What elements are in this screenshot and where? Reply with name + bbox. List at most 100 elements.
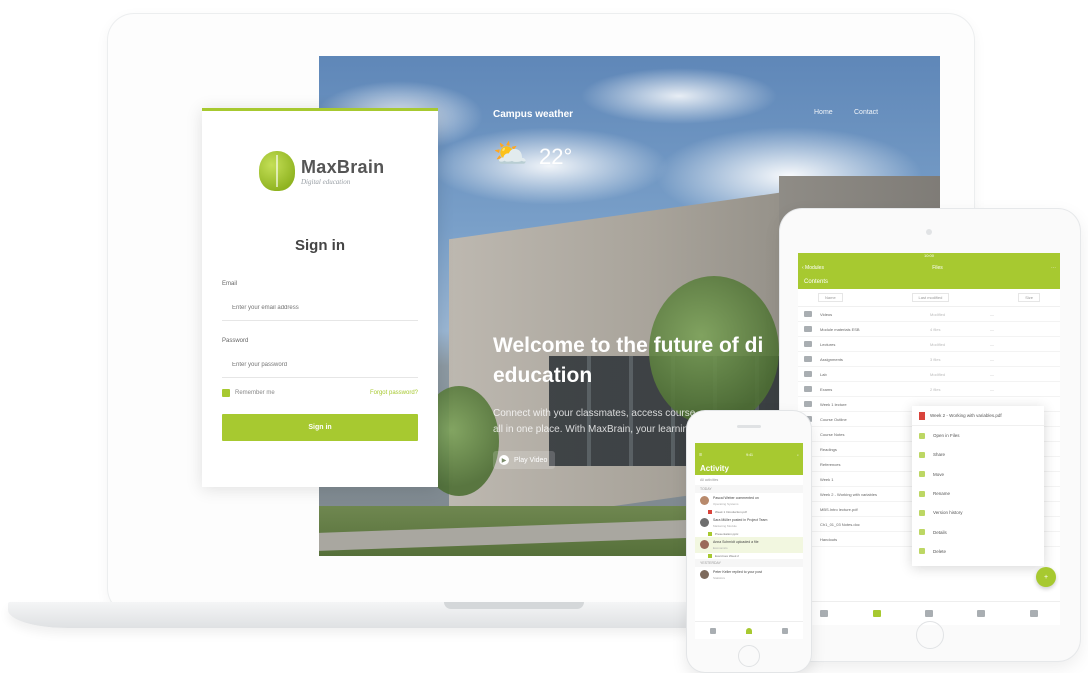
tab-more-icon[interactable] bbox=[1029, 610, 1038, 617]
phone-time: 9:41 bbox=[746, 453, 753, 457]
file-row[interactable]: Exams 2 files — bbox=[798, 382, 1060, 397]
play-video-button[interactable]: ▶ Play Video bbox=[493, 451, 555, 469]
phone-activity-app: ☰ 9:41 ⌕ Activity All activities TODAY P… bbox=[695, 443, 803, 639]
file-name: Lab bbox=[820, 371, 827, 377]
activity-item[interactable]: Sara Müller posted in Project Team Marke… bbox=[695, 515, 803, 531]
file-size: — bbox=[990, 371, 994, 377]
filter-modified-button[interactable]: Last modified bbox=[911, 293, 950, 302]
add-fab-button[interactable]: + bbox=[1036, 567, 1056, 587]
file-meta: 3 files bbox=[930, 356, 941, 362]
pdf-file-icon bbox=[708, 510, 712, 514]
tab-calendar-icon[interactable] bbox=[977, 610, 986, 617]
tab-activity-icon[interactable] bbox=[746, 627, 752, 634]
signin-card: MaxBrain Digital education Sign in Email… bbox=[202, 108, 438, 487]
email-field[interactable] bbox=[222, 295, 418, 321]
activity-text: Peter Keller replied to your post Statis… bbox=[713, 570, 762, 580]
share-icon bbox=[919, 451, 925, 458]
file-name: Lectures bbox=[820, 341, 836, 347]
avatar bbox=[700, 540, 709, 549]
file-row[interactable]: Module materials ESB 4 files — bbox=[798, 322, 1060, 337]
folder-icon bbox=[804, 386, 812, 392]
popup-item-label: Details bbox=[933, 529, 947, 535]
activity-subtitle: All activities bbox=[700, 478, 719, 482]
nav-link-home[interactable]: Home bbox=[814, 109, 833, 116]
tablet-home-button[interactable] bbox=[916, 621, 944, 649]
remember-me[interactable]: Remember me bbox=[222, 389, 275, 397]
file-name: Module materials ESB bbox=[820, 326, 860, 332]
attachment-name: Exercises Week 2 bbox=[715, 554, 739, 558]
activity-name: Sara Müller posted in Project Team bbox=[713, 518, 768, 522]
remember-label: Remember me bbox=[235, 390, 275, 396]
more-icon[interactable]: ⋯ bbox=[1051, 265, 1056, 271]
avatar bbox=[700, 518, 709, 527]
section-today: TODAY bbox=[695, 485, 803, 493]
tab-activity-icon[interactable] bbox=[872, 610, 881, 617]
file-row[interactable]: Lectures Modified — bbox=[798, 337, 1060, 352]
popup-item-delete[interactable]: Delete bbox=[912, 542, 1044, 561]
file-meta: 2 files bbox=[930, 386, 941, 392]
search-icon[interactable]: ⌕ bbox=[797, 453, 799, 457]
activity-item[interactable]: Pascal Weber commented on Operating Syst… bbox=[695, 493, 803, 509]
popup-item-label: Open in Files bbox=[933, 433, 960, 439]
sort-size-button[interactable]: Size bbox=[1018, 293, 1040, 302]
sort-name-button[interactable]: Name bbox=[818, 293, 843, 302]
back-button[interactable]: ‹ Modules bbox=[802, 265, 824, 271]
file-row[interactable]: Assignments 3 files — bbox=[798, 352, 1060, 367]
forgot-password-link[interactable]: Forgot password? bbox=[370, 390, 418, 396]
logo-text: MaxBrain Digital education bbox=[301, 157, 384, 186]
partly-cloudy-icon: ⛅ bbox=[493, 138, 528, 169]
open-icon bbox=[919, 432, 925, 439]
avatar bbox=[700, 570, 709, 579]
phone-speaker bbox=[737, 425, 761, 428]
popup-header: Week 2 - Working with variables.pdf bbox=[912, 406, 1044, 426]
phone-home-button[interactable] bbox=[738, 645, 760, 667]
popup-item-label: Delete bbox=[933, 548, 947, 554]
file-size: — bbox=[990, 341, 994, 347]
password-field[interactable] bbox=[222, 352, 418, 378]
phone-nav-bar: ☰ 9:41 ⌕ bbox=[695, 449, 803, 461]
phone-frame: ☰ 9:41 ⌕ Activity All activities TODAY P… bbox=[687, 411, 811, 672]
popup-item-version-history[interactable]: Version history bbox=[912, 503, 1044, 522]
file-size: — bbox=[990, 326, 994, 332]
popup-item-rename[interactable]: Rename bbox=[912, 484, 1044, 503]
remember-checkbox[interactable] bbox=[222, 389, 230, 397]
popup-item-details[interactable]: Details bbox=[912, 522, 1044, 541]
file-icon bbox=[804, 401, 812, 407]
file-row[interactable]: Lab Modified — bbox=[798, 367, 1060, 382]
activity-item[interactable]: Anna Schmidt uploaded a file Economics bbox=[695, 537, 803, 553]
tab-courses-icon[interactable] bbox=[820, 610, 829, 617]
tab-courses-icon[interactable] bbox=[710, 627, 716, 634]
play-icon: ▶ bbox=[499, 455, 509, 465]
file-name: Assignments bbox=[820, 356, 843, 362]
file-name: Exams bbox=[820, 386, 833, 392]
section-yesterday: YESTERDAY bbox=[695, 559, 803, 567]
popup-item-share[interactable]: Share bbox=[912, 445, 1044, 464]
file-row[interactable]: Videos Modified — bbox=[798, 307, 1060, 322]
activity-item[interactable]: Peter Keller replied to your post Statis… bbox=[695, 567, 803, 583]
tab-profile-icon[interactable] bbox=[782, 627, 788, 634]
folder-icon bbox=[804, 311, 812, 317]
info-icon bbox=[919, 529, 925, 536]
attachment-name: Week 1 Introduction.pdf bbox=[715, 510, 747, 514]
folder-icon bbox=[804, 356, 812, 362]
nav-link-contact[interactable]: Contact bbox=[854, 109, 878, 116]
phone-tab-bar bbox=[695, 621, 803, 639]
file-toolbar: Name Last modified Size bbox=[798, 289, 1060, 307]
tablet-status-bar: 10:00 bbox=[798, 253, 1060, 261]
activity-detail: Operating Systems bbox=[713, 502, 739, 506]
file-actions-popup: Week 2 - Working with variables.pdf Open… bbox=[912, 406, 1044, 566]
tab-files-icon[interactable] bbox=[924, 610, 933, 617]
popup-item-open[interactable]: Open in Files bbox=[912, 426, 1044, 445]
folder-icon bbox=[919, 471, 925, 478]
signin-button[interactable]: Sign in bbox=[222, 414, 418, 441]
file-meta: Modified bbox=[930, 341, 946, 347]
menu-icon[interactable]: ☰ bbox=[699, 453, 702, 457]
activity-name: Peter Keller replied to your post bbox=[713, 570, 763, 574]
password-label: Password bbox=[222, 338, 249, 344]
play-video-label: Play Video bbox=[514, 456, 548, 464]
file-meta: Modified bbox=[930, 311, 946, 317]
popup-item-move[interactable]: Move bbox=[912, 465, 1044, 484]
maxbrain-logo: MaxBrain Digital education bbox=[259, 151, 384, 191]
weather-label: Campus weather bbox=[493, 109, 574, 120]
brand-tagline: Digital education bbox=[301, 177, 351, 186]
